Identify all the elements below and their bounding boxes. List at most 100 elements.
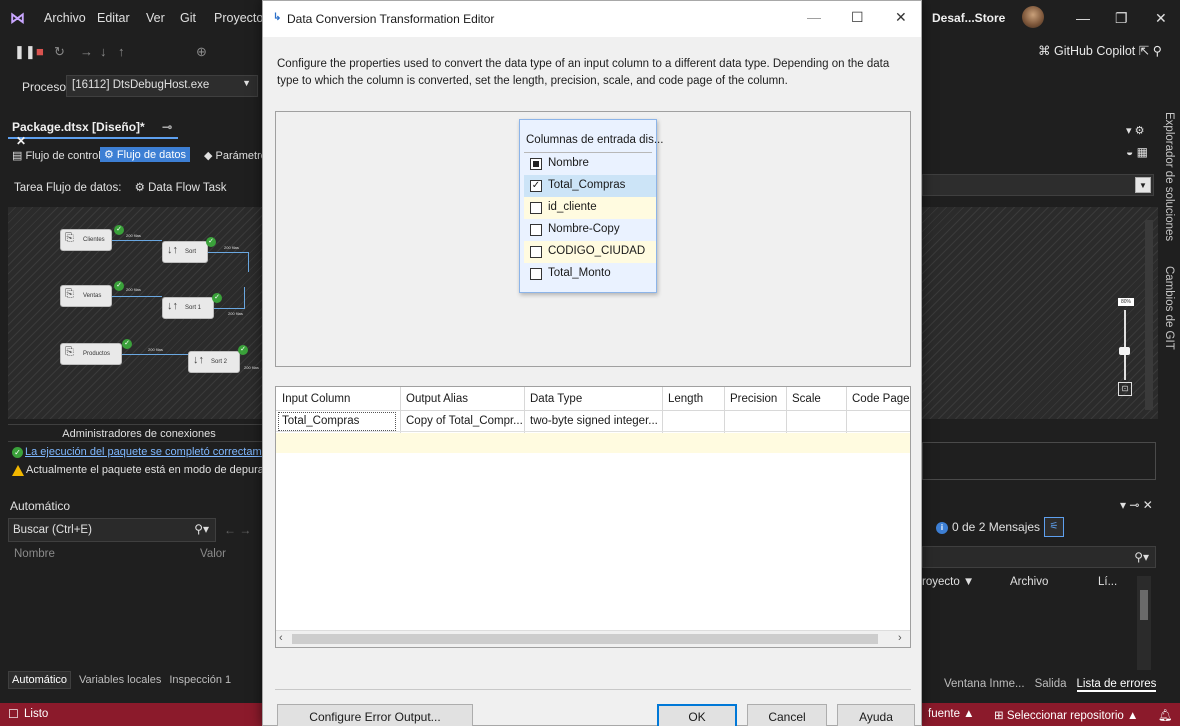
- node-sort[interactable]: ↓↑ Sort: [162, 241, 208, 263]
- panel-options-icon[interactable]: ▾ ⚙: [1126, 124, 1144, 137]
- minimize-icon[interactable]: —: [807, 9, 821, 25]
- rail-solution-explorer[interactable]: Explorador de soluciones: [1163, 112, 1175, 241]
- node-sort-2[interactable]: ↓↑ Sort 2: [188, 351, 240, 373]
- back-arrow-icon[interactable]: ← →: [224, 523, 251, 537]
- search-icon[interactable]: ⚲▾: [1134, 550, 1149, 564]
- feedback-icon[interactable]: ⚲: [1153, 44, 1162, 58]
- column-checkbox[interactable]: ✓: [530, 180, 542, 192]
- toolbox-icon[interactable]: ◒ ▦: [1126, 145, 1148, 159]
- cancel-button[interactable]: Cancel: [747, 704, 827, 726]
- grid-header-input-column[interactable]: Input Column: [282, 393, 350, 405]
- cell-input-column[interactable]: Total_Compras: [282, 415, 396, 427]
- node-sort-1[interactable]: ↓↑ Sort 1: [162, 297, 214, 319]
- menu-git[interactable]: Git: [180, 11, 196, 25]
- tab-autos[interactable]: Automático: [8, 671, 72, 689]
- column-item-nombre-copy[interactable]: Nombre-Copy: [524, 219, 656, 241]
- table-row[interactable]: Total_Compras Copy of Total_Compr... two…: [276, 411, 910, 432]
- canvas-scrollbar[interactable]: [1145, 220, 1153, 410]
- flow-path[interactable]: [208, 252, 248, 253]
- scroll-thumb[interactable]: [1140, 590, 1148, 620]
- configure-error-output-button[interactable]: Configure Error Output...: [277, 704, 473, 726]
- available-input-columns-box[interactable]: Columnas de entrada dis... Nombre ✓ Tota…: [519, 119, 663, 293]
- error-col-line[interactable]: Lí...: [1098, 576, 1117, 588]
- dialog-title-bar[interactable]: ↳ Data Conversion Transformation Editor …: [263, 1, 921, 37]
- notifications-icon[interactable]: 🔔︎: [1158, 708, 1173, 722]
- flow-path[interactable]: [214, 308, 244, 309]
- flow-path[interactable]: [112, 296, 162, 297]
- error-col-file[interactable]: Archivo: [1010, 576, 1048, 588]
- grid-header-precision[interactable]: Precision: [730, 393, 777, 405]
- scroll-left-icon[interactable]: ‹: [279, 632, 283, 644]
- menu-ver[interactable]: Ver: [146, 11, 165, 25]
- zoom-fit-icon[interactable]: ⊡: [1118, 382, 1132, 396]
- error-list-search[interactable]: ⚲▾: [922, 546, 1156, 568]
- step-into-icon[interactable]: ↓: [100, 44, 107, 59]
- cell-data-type[interactable]: two-byte signed integer...: [530, 415, 660, 427]
- menu-archivo[interactable]: Archivo: [44, 11, 86, 25]
- autos-search-input[interactable]: Buscar (Ctrl+E) ⚲▾: [8, 518, 216, 542]
- grid-header-scale[interactable]: Scale: [792, 393, 821, 405]
- debug-options-icon[interactable]: ⊕: [196, 44, 207, 60]
- column-checkbox[interactable]: [530, 224, 542, 236]
- restart-icon[interactable]: ↻: [54, 44, 65, 60]
- conversion-grid[interactable]: Input Column Output Alias Data Type Leng…: [275, 386, 911, 648]
- column-item-codigo-ciudad[interactable]: CODIGO_CIUDAD: [524, 241, 656, 263]
- data-flow-canvas[interactable]: ⎘ Clientes ✓ ↓↑ Sort ✓ ⎘ Ventas ✓ ↓↑ Sort 1 …: [8, 207, 270, 419]
- share-icon[interactable]: ⇱: [1139, 44, 1149, 58]
- user-avatar[interactable]: [1022, 6, 1044, 28]
- column-item-total-monto[interactable]: Total_Monto: [524, 263, 656, 285]
- column-checkbox[interactable]: [530, 246, 542, 258]
- error-col-project[interactable]: royecto ▼: [922, 576, 974, 588]
- process-dropdown[interactable]: [16112] DtsDebugHost.exe ▼: [66, 75, 258, 97]
- step-over-icon[interactable]: →: [80, 44, 93, 59]
- execution-success-message[interactable]: ✓ La ejecución del paquete se completó co…: [12, 446, 270, 458]
- messages-filter[interactable]: i 0 de 2 Mensajes: [936, 520, 1040, 534]
- pause-icon[interactable]: ❚❚: [14, 44, 36, 60]
- grid-horizontal-scrollbar[interactable]: ‹ ›: [276, 630, 910, 647]
- cell-output-alias[interactable]: Copy of Total_Compr...: [406, 415, 522, 427]
- column-checkbox[interactable]: [530, 268, 542, 280]
- tab-watch-1[interactable]: Inspección 1: [169, 674, 231, 686]
- error-list-scrollbar[interactable]: [1137, 576, 1151, 670]
- data-flow-task-selector[interactable]: Tarea Flujo de datos: ⚙ Data Flow Task: [14, 180, 227, 194]
- search-icon[interactable]: ⚲▾: [194, 522, 209, 536]
- maximize-icon[interactable]: ❐: [1115, 10, 1128, 27]
- close-icon[interactable]: ✕: [895, 9, 907, 26]
- zoom-slider-handle[interactable]: [1119, 347, 1130, 355]
- column-checkbox[interactable]: [530, 158, 542, 170]
- grid-header-data-type[interactable]: Data Type: [530, 393, 582, 405]
- status-repo-selector[interactable]: ⊞ Seleccionar repositorio ▲: [994, 708, 1138, 722]
- column-item-total-compras[interactable]: ✓ Total_Compras: [524, 175, 656, 197]
- step-out-icon[interactable]: ↑: [118, 44, 125, 59]
- copilot-button[interactable]: ⌘ GitHub Copilot ⇱ ⚲: [1038, 43, 1162, 58]
- flow-path[interactable]: [112, 240, 162, 241]
- flow-path[interactable]: [122, 354, 188, 355]
- rail-git-changes[interactable]: Cambios de GIT: [1163, 266, 1175, 350]
- right-dropdown[interactable]: ▼: [922, 174, 1154, 196]
- filter-icon[interactable]: ⚟: [1044, 517, 1064, 537]
- flow-path[interactable]: [248, 252, 249, 272]
- tab-output[interactable]: Salida: [1035, 678, 1067, 690]
- grid-header-code-page[interactable]: Code Page: [852, 393, 910, 405]
- ok-button[interactable]: OK: [657, 704, 737, 726]
- node-productos[interactable]: ⎘ Productos: [60, 343, 122, 365]
- tab-locals[interactable]: Variables locales: [79, 674, 161, 686]
- tab-parameters[interactable]: ◆ Parámetro: [204, 149, 267, 162]
- status-source-control[interactable]: fuente ▲: [928, 708, 975, 720]
- scroll-thumb[interactable]: [292, 634, 878, 644]
- tab-data-flow[interactable]: ⚙ Flujo de datos: [100, 147, 191, 162]
- connection-managers-tray[interactable]: Administradores de conexiones: [8, 424, 270, 442]
- tab-immediate[interactable]: Ventana Inme...: [944, 678, 1025, 690]
- flow-path[interactable]: [244, 287, 245, 309]
- document-tab-package[interactable]: Package.dtsx [Diseño]* ⊸ ✕: [8, 117, 178, 148]
- node-ventas[interactable]: ⎘ Ventas: [60, 285, 112, 307]
- pin-icon[interactable]: ⊸: [162, 120, 172, 134]
- new-row-placeholder[interactable]: [276, 433, 910, 453]
- column-item-id-cliente[interactable]: id_cliente: [524, 197, 656, 219]
- zoom-slider[interactable]: [1124, 310, 1126, 380]
- solution-name-badge[interactable]: Desaf...Store: [932, 11, 1005, 25]
- minimize-icon[interactable]: —: [1076, 10, 1090, 26]
- autos-col-name[interactable]: Nombre: [14, 548, 55, 560]
- stop-icon[interactable]: ■: [36, 44, 44, 59]
- menu-editar[interactable]: Editar: [97, 11, 130, 25]
